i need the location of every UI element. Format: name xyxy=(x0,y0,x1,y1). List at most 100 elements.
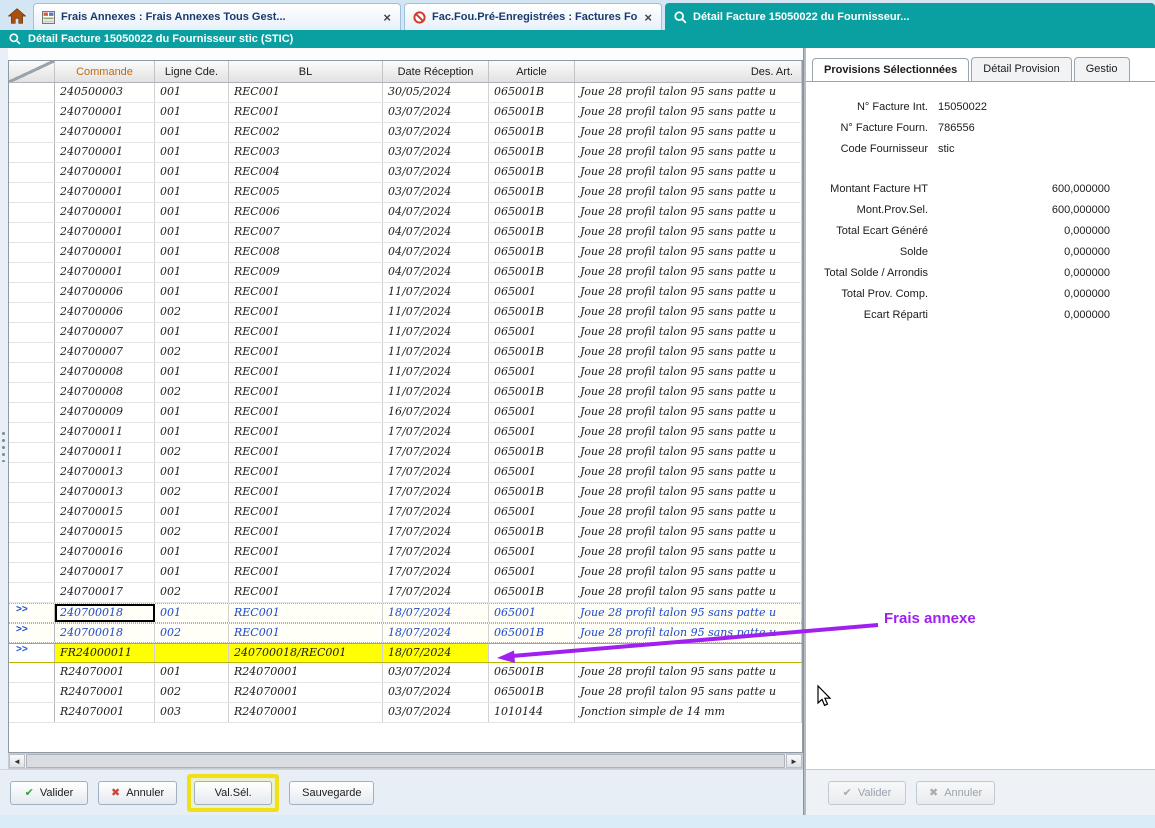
cell-l[interactable]: 003 xyxy=(155,703,229,722)
cell-des[interactable]: Joue 28 profil talon 95 sans patte u xyxy=(575,483,802,502)
cell-l[interactable]: 001 xyxy=(155,123,229,142)
cell-b[interactable]: REC001 xyxy=(229,523,383,542)
cell-l[interactable]: 001 xyxy=(155,563,229,582)
column-header-a[interactable]: Article xyxy=(489,61,575,82)
row-selector[interactable]: >> xyxy=(9,624,55,642)
cell-des[interactable]: Joue 28 profil talon 95 sans patte u xyxy=(575,243,802,262)
cell-des[interactable]: Joue 28 profil talon 95 sans patte u xyxy=(575,463,802,482)
val-sel-button[interactable]: Val.Sél. xyxy=(194,781,272,805)
cell-a[interactable]: 065001B xyxy=(489,203,575,222)
cell-l[interactable]: 001 xyxy=(155,223,229,242)
row-selector[interactable] xyxy=(9,183,55,202)
row-selector[interactable] xyxy=(9,383,55,402)
table-row[interactable]: 240700017002REC00117/07/2024065001BJoue … xyxy=(9,583,802,603)
close-icon[interactable]: × xyxy=(643,11,653,24)
table-row[interactable]: 240700015001REC00117/07/2024065001Joue 2… xyxy=(9,503,802,523)
row-selector[interactable] xyxy=(9,503,55,522)
cell-c[interactable]: 240700018 xyxy=(55,604,155,622)
cell-l[interactable]: 001 xyxy=(155,403,229,422)
cell-c[interactable]: 240700009 xyxy=(55,403,155,422)
cell-des[interactable]: Joue 28 profil talon 95 sans patte u xyxy=(575,123,802,142)
cell-des[interactable]: Joue 28 profil talon 95 sans patte u xyxy=(575,303,802,322)
cell-des[interactable]: Joue 28 profil talon 95 sans patte u xyxy=(575,403,802,422)
cell-c[interactable]: 240700011 xyxy=(55,443,155,462)
cell-l[interactable]: 002 xyxy=(155,303,229,322)
cell-b[interactable]: 240700018/REC001 xyxy=(229,644,383,662)
cell-c[interactable]: 240700008 xyxy=(55,363,155,382)
row-selector[interactable] xyxy=(9,283,55,302)
cell-d[interactable]: 04/07/2024 xyxy=(383,263,489,282)
cell-d[interactable]: 04/07/2024 xyxy=(383,203,489,222)
cell-c[interactable]: 240700001 xyxy=(55,223,155,242)
cell-d[interactable]: 03/07/2024 xyxy=(383,163,489,182)
cell-des[interactable]: Joue 28 profil talon 95 sans patte u xyxy=(575,183,802,202)
annuler-button[interactable]: ✖ Annuler xyxy=(98,781,177,805)
cell-des[interactable]: Joue 28 profil talon 95 sans patte u xyxy=(575,443,802,462)
cell-d[interactable]: 03/07/2024 xyxy=(383,143,489,162)
cell-b[interactable]: R24070001 xyxy=(229,683,383,702)
cell-d[interactable]: 17/07/2024 xyxy=(383,423,489,442)
cell-d[interactable]: 18/07/2024 xyxy=(383,624,489,642)
cell-l[interactable]: 001 xyxy=(155,183,229,202)
row-selector[interactable] xyxy=(9,323,55,342)
row-selector[interactable]: >> xyxy=(9,604,55,622)
cell-a[interactable]: 065001B xyxy=(489,583,575,602)
cell-l[interactable]: 001 xyxy=(155,503,229,522)
row-selector[interactable] xyxy=(9,343,55,362)
cell-l[interactable]: 001 xyxy=(155,83,229,102)
cell-a[interactable]: 065001 xyxy=(489,363,575,382)
table-row[interactable]: 240700001001REC00804/07/2024065001BJoue … xyxy=(9,243,802,263)
cell-c[interactable]: R24070001 xyxy=(55,663,155,682)
cell-b[interactable]: REC001 xyxy=(229,604,383,622)
cell-c[interactable]: 240700001 xyxy=(55,243,155,262)
cell-des[interactable]: Joue 28 profil talon 95 sans patte u xyxy=(575,624,802,642)
cell-l[interactable]: 002 xyxy=(155,343,229,362)
cell-b[interactable]: REC004 xyxy=(229,163,383,182)
cell-d[interactable]: 11/07/2024 xyxy=(383,363,489,382)
row-selector[interactable] xyxy=(9,583,55,602)
cell-b[interactable]: REC001 xyxy=(229,323,383,342)
cell-b[interactable]: REC008 xyxy=(229,243,383,262)
table-row[interactable]: 240700006002REC00111/07/2024065001BJoue … xyxy=(9,303,802,323)
table-row[interactable]: 240700001001REC00403/07/2024065001BJoue … xyxy=(9,163,802,183)
cell-l[interactable]: 002 xyxy=(155,443,229,462)
scrollbar-thumb[interactable] xyxy=(26,754,785,768)
cell-a[interactable]: 065001B xyxy=(489,143,575,162)
cell-des[interactable]: Joue 28 profil talon 95 sans patte u xyxy=(575,203,802,222)
cell-b[interactable]: REC001 xyxy=(229,583,383,602)
cell-a[interactable]: 065001 xyxy=(489,503,575,522)
cell-d[interactable]: 17/07/2024 xyxy=(383,563,489,582)
cell-a[interactable]: 065001 xyxy=(489,563,575,582)
cell-c[interactable]: 240700017 xyxy=(55,563,155,582)
cell-b[interactable]: REC001 xyxy=(229,463,383,482)
cell-d[interactable]: 04/07/2024 xyxy=(383,243,489,262)
cell-d[interactable]: 17/07/2024 xyxy=(383,483,489,502)
cell-des[interactable]: Joue 28 profil talon 95 sans patte u xyxy=(575,543,802,562)
column-header-l[interactable]: Ligne Cde. xyxy=(155,61,229,82)
cell-des[interactable]: Joue 28 profil talon 95 sans patte u xyxy=(575,263,802,282)
cell-d[interactable]: 04/07/2024 xyxy=(383,223,489,242)
cell-l[interactable]: 001 xyxy=(155,103,229,122)
cell-a[interactable]: 065001B xyxy=(489,663,575,682)
cell-des[interactable]: Joue 28 profil talon 95 sans patte u xyxy=(575,523,802,542)
cell-b[interactable]: REC001 xyxy=(229,403,383,422)
cell-a[interactable]: 065001 xyxy=(489,604,575,622)
table-row[interactable]: 240500003001REC00130/05/2024065001BJoue … xyxy=(9,83,802,103)
row-selector[interactable] xyxy=(9,423,55,442)
cell-a[interactable] xyxy=(489,644,575,662)
cell-l[interactable]: 002 xyxy=(155,683,229,702)
cell-a[interactable]: 065001B xyxy=(489,163,575,182)
cell-a[interactable]: 065001 xyxy=(489,403,575,422)
cell-d[interactable]: 18/07/2024 xyxy=(383,644,489,662)
table-row[interactable]: 240700013001REC00117/07/2024065001Joue 2… xyxy=(9,463,802,483)
cell-c[interactable]: 240700008 xyxy=(55,383,155,402)
cell-b[interactable]: REC002 xyxy=(229,123,383,142)
tab-detail-facture[interactable]: Détail Facture 15050022 du Fournisseur..… xyxy=(665,3,1155,30)
row-selector[interactable] xyxy=(9,103,55,122)
cell-c[interactable]: 240700011 xyxy=(55,423,155,442)
column-header-c[interactable]: Commande xyxy=(55,61,155,82)
row-selector[interactable] xyxy=(9,83,55,102)
cell-l[interactable]: 001 xyxy=(155,363,229,382)
cell-l[interactable]: 002 xyxy=(155,583,229,602)
row-selector[interactable] xyxy=(9,523,55,542)
